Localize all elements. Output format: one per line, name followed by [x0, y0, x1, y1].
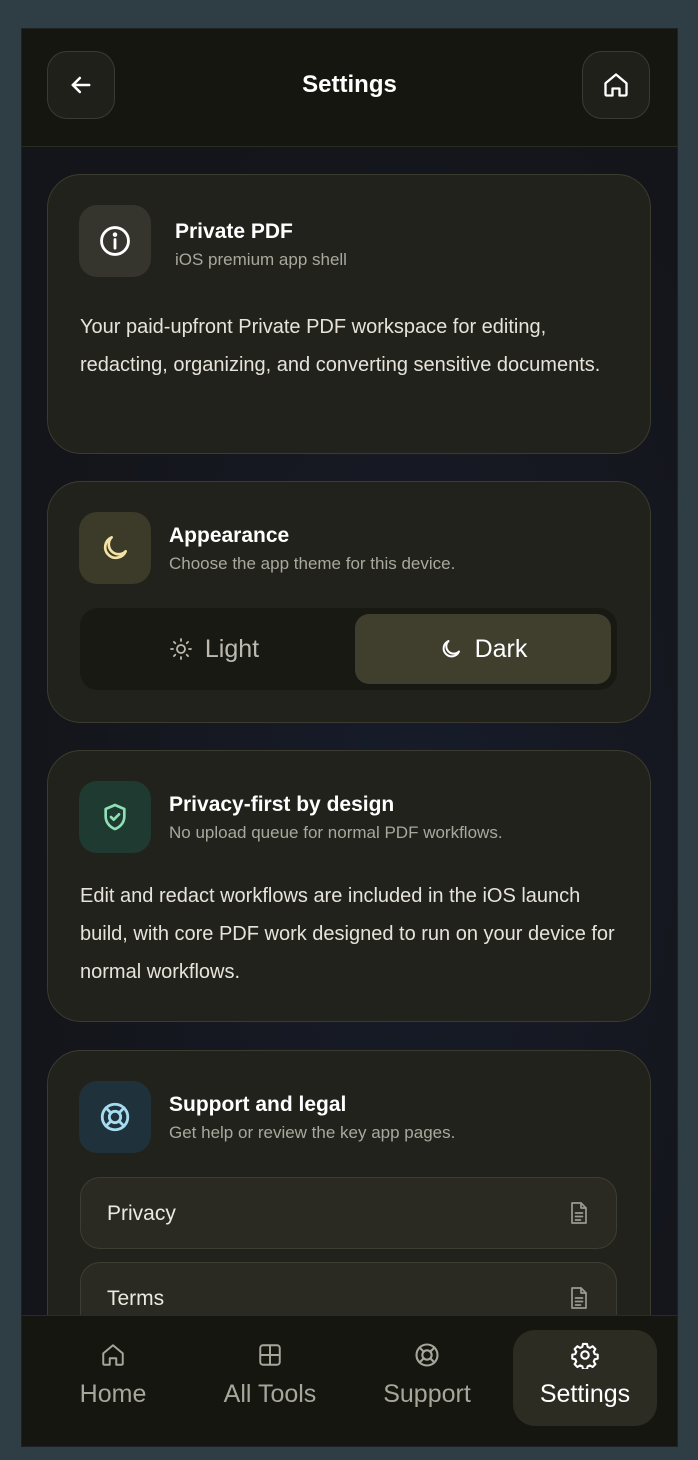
- about-subtitle: iOS premium app shell: [175, 250, 347, 269]
- support-card: Support and legal Get help or review the…: [47, 1050, 651, 1315]
- theme-option-dark[interactable]: Dark: [355, 614, 611, 684]
- tab-settings-label: Settings: [539, 1380, 631, 1408]
- tab-support[interactable]: Support: [355, 1330, 499, 1426]
- theme-segmented-control: Light Dark: [80, 608, 617, 690]
- privacy-description: Edit and redact workflows are included i…: [80, 885, 615, 983]
- terms-link[interactable]: Terms: [80, 1262, 617, 1315]
- theme-option-light[interactable]: Light: [86, 614, 342, 684]
- privacy-subtitle: No upload queue for normal PDF workflows…: [169, 823, 503, 842]
- page-title: Settings: [302, 71, 397, 98]
- privacy-link[interactable]: Privacy: [80, 1177, 617, 1249]
- document-icon: [568, 1286, 590, 1310]
- info-icon: [79, 205, 151, 277]
- appearance-subtitle: Choose the app theme for this device.: [169, 554, 456, 573]
- about-description: Your paid-upfront Private PDF workspace …: [80, 316, 601, 376]
- lifebuoy-icon: [79, 1081, 151, 1153]
- appearance-title: Appearance: [169, 524, 290, 547]
- privacy-link-label: Privacy: [107, 1202, 176, 1225]
- header-bar: Settings: [22, 29, 677, 147]
- sun-icon: [169, 637, 193, 661]
- tab-support-label: Support: [383, 1380, 471, 1408]
- moon-icon: [79, 512, 151, 584]
- privacy-title: Privacy-first by design: [169, 793, 395, 816]
- grid-icon: [257, 1340, 283, 1370]
- home-button[interactable]: [582, 51, 650, 119]
- tab-all-tools[interactable]: All Tools: [198, 1330, 342, 1426]
- support-subtitle: Get help or review the key app pages.: [169, 1123, 456, 1142]
- home-icon: [602, 71, 630, 99]
- theme-option-light-label: Light: [204, 634, 260, 663]
- lifebuoy-icon: [413, 1340, 441, 1370]
- about-title: Private PDF: [175, 220, 293, 243]
- appearance-card: Appearance Choose the app theme for this…: [47, 481, 651, 723]
- shield-check-icon: [79, 781, 151, 853]
- bottom-tab-bar: Home All Tools Support Settings: [22, 1315, 677, 1446]
- support-title: Support and legal: [169, 1093, 347, 1116]
- settings-scroll-area[interactable]: Private PDF iOS premium app shell Your p…: [22, 147, 677, 1315]
- about-card: Private PDF iOS premium app shell Your p…: [47, 174, 651, 454]
- terms-link-label: Terms: [107, 1287, 165, 1310]
- tab-all-tools-label: All Tools: [223, 1380, 317, 1408]
- theme-option-dark-label: Dark: [474, 634, 528, 663]
- tab-home[interactable]: Home: [41, 1330, 185, 1426]
- document-icon: [568, 1201, 590, 1225]
- tab-home-label: Home: [79, 1380, 147, 1408]
- privacy-card: Privacy-first by design No upload queue …: [47, 750, 651, 1022]
- tab-settings[interactable]: Settings: [513, 1330, 657, 1426]
- home-icon: [100, 1340, 126, 1370]
- gear-icon: [571, 1340, 599, 1370]
- moon-icon: [439, 637, 463, 661]
- app-screen: Settings Private PDF iOS premium app she…: [22, 29, 677, 1446]
